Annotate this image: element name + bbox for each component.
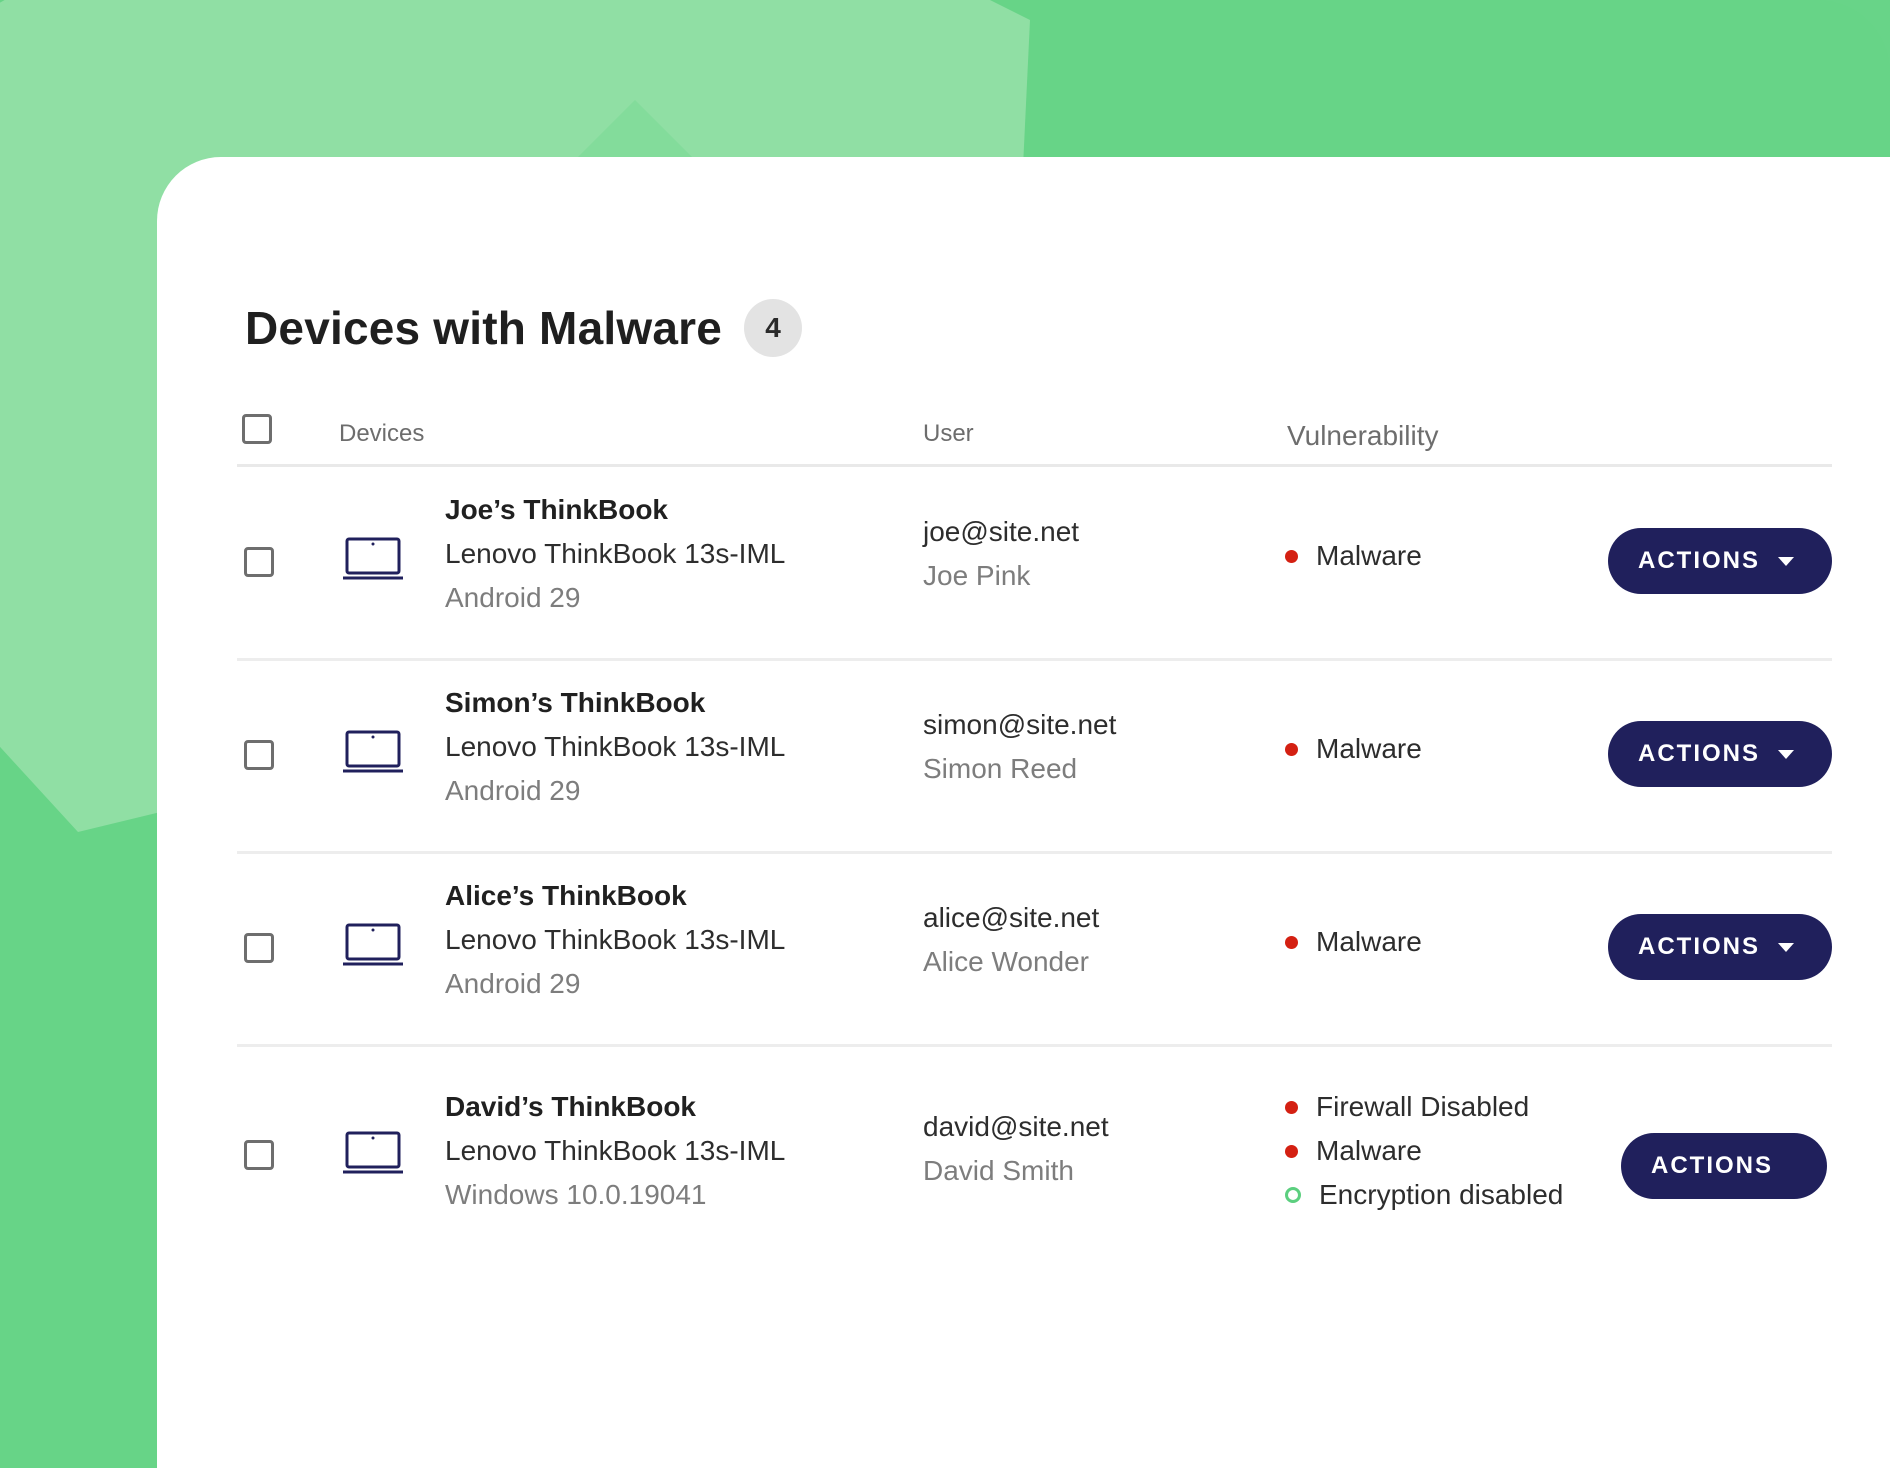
device-name: Joe’s ThinkBook (445, 494, 669, 525)
vulnerability-label: Firewall Disabled (1316, 1091, 1530, 1122)
row-checkbox[interactable] (244, 547, 274, 577)
vulnerability-item: Malware (1285, 534, 1422, 578)
device-model: Lenovo ThinkBook 13s-IML (445, 538, 786, 569)
device-info: Joe’s ThinkBook Lenovo ThinkBook 13s-IML… (445, 488, 865, 620)
vulnerability-label: Encryption disabled (1319, 1179, 1564, 1210)
table-header: Devices User Vulnerability (237, 402, 1832, 467)
page-title: Devices with Malware (245, 302, 722, 354)
device-info: Alice’s ThinkBook Lenovo ThinkBook 13s-I… (445, 874, 865, 1006)
status-dot-critical (1285, 549, 1298, 563)
vulnerability-list: Malware (1285, 534, 1422, 578)
chevron-down-icon (1778, 556, 1794, 566)
status-dot-warning (1285, 1187, 1301, 1203)
chevron-down-icon (1778, 942, 1794, 952)
table-row: Alice’s ThinkBook Lenovo ThinkBook 13s-I… (237, 854, 1832, 1047)
device-model: Lenovo ThinkBook 13s-IML (445, 924, 786, 955)
table-body: Joe’s ThinkBook Lenovo ThinkBook 13s-IML… (237, 468, 1832, 1267)
actions-button[interactable]: ACTIONS (1621, 1133, 1827, 1199)
actions-button-label: ACTIONS (1638, 933, 1760, 960)
user-email: alice@site.net (923, 902, 1100, 933)
user-info: simon@site.net Simon Reed (923, 703, 1116, 791)
vulnerability-item: Malware (1285, 920, 1422, 964)
user-info: alice@site.net Alice Wonder (923, 896, 1099, 984)
status-dot-critical (1285, 1100, 1298, 1114)
table-row: Joe’s ThinkBook Lenovo ThinkBook 13s-IML… (237, 468, 1832, 661)
table-row: Simon’s ThinkBook Lenovo ThinkBook 13s-I… (237, 661, 1832, 854)
device-model: Lenovo ThinkBook 13s-IML (445, 731, 786, 762)
vulnerability-item: Encryption disabled (1285, 1173, 1563, 1217)
user-email: david@site.net (923, 1111, 1109, 1142)
user-name: David Smith (923, 1155, 1074, 1186)
vulnerability-label: Malware (1316, 926, 1422, 957)
actions-button-label: ACTIONS (1638, 740, 1760, 767)
vulnerability-label: Malware (1316, 733, 1422, 764)
column-header-vulnerability: Vulnerability (1287, 420, 1439, 451)
actions-button-label: ACTIONS (1651, 1152, 1773, 1179)
device-name: Simon’s ThinkBook (445, 687, 706, 718)
device-name: David’s ThinkBook (445, 1091, 697, 1122)
vulnerability-item: Firewall Disabled (1285, 1085, 1563, 1129)
device-os: Android 29 (445, 968, 581, 999)
user-email: joe@site.net (923, 516, 1080, 547)
status-dot-critical (1285, 742, 1298, 756)
device-model: Lenovo ThinkBook 13s-IML (445, 1135, 786, 1166)
laptop-icon (343, 923, 403, 966)
user-info: joe@site.net Joe Pink (923, 510, 1079, 598)
user-info: david@site.net David Smith (923, 1105, 1109, 1193)
user-email: simon@site.net (923, 709, 1117, 740)
vulnerability-list: Malware (1285, 727, 1422, 771)
devices-card: Devices with Malware 4 Devices User Vuln… (157, 157, 1890, 1468)
row-checkbox[interactable] (244, 740, 274, 770)
vulnerability-list: Malware (1285, 920, 1422, 964)
column-header-devices: Devices (339, 420, 425, 447)
laptop-icon (343, 730, 403, 773)
row-checkbox[interactable] (244, 933, 274, 963)
vulnerability-item: Malware (1285, 1129, 1563, 1173)
device-info: Simon’s ThinkBook Lenovo ThinkBook 13s-I… (445, 681, 865, 813)
card-header: Devices with Malware 4 (245, 299, 802, 357)
vulnerability-label: Malware (1316, 540, 1422, 571)
row-checkbox[interactable] (244, 1140, 274, 1170)
chevron-down-icon (1778, 749, 1794, 759)
device-name: Alice’s ThinkBook (445, 880, 687, 911)
device-info: David’s ThinkBook Lenovo ThinkBook 13s-I… (445, 1085, 865, 1217)
device-os: Windows 10.0.19041 (445, 1179, 707, 1210)
user-name: Simon Reed (923, 753, 1078, 784)
vulnerability-list: Firewall Disabled Malware Encryption dis… (1285, 1085, 1563, 1217)
vulnerability-item: Malware (1285, 727, 1422, 771)
user-name: Alice Wonder (923, 946, 1090, 977)
actions-button[interactable]: ACTIONS (1608, 528, 1832, 594)
device-os: Android 29 (445, 775, 581, 806)
actions-button[interactable]: ACTIONS (1608, 721, 1832, 787)
user-name: Joe Pink (923, 560, 1031, 591)
table-row: David’s ThinkBook Lenovo ThinkBook 13s-I… (237, 1047, 1832, 1267)
device-os: Android 29 (445, 582, 581, 613)
laptop-icon (343, 537, 403, 580)
actions-button-label: ACTIONS (1638, 547, 1760, 574)
laptop-icon (343, 1131, 403, 1174)
select-all-checkbox[interactable] (242, 414, 272, 444)
column-header-user: User (923, 420, 974, 447)
actions-button[interactable]: ACTIONS (1608, 914, 1832, 980)
count-badge: 4 (743, 299, 802, 357)
vulnerability-label: Malware (1316, 1135, 1422, 1166)
status-dot-critical (1285, 935, 1298, 949)
status-dot-critical (1285, 1144, 1298, 1158)
